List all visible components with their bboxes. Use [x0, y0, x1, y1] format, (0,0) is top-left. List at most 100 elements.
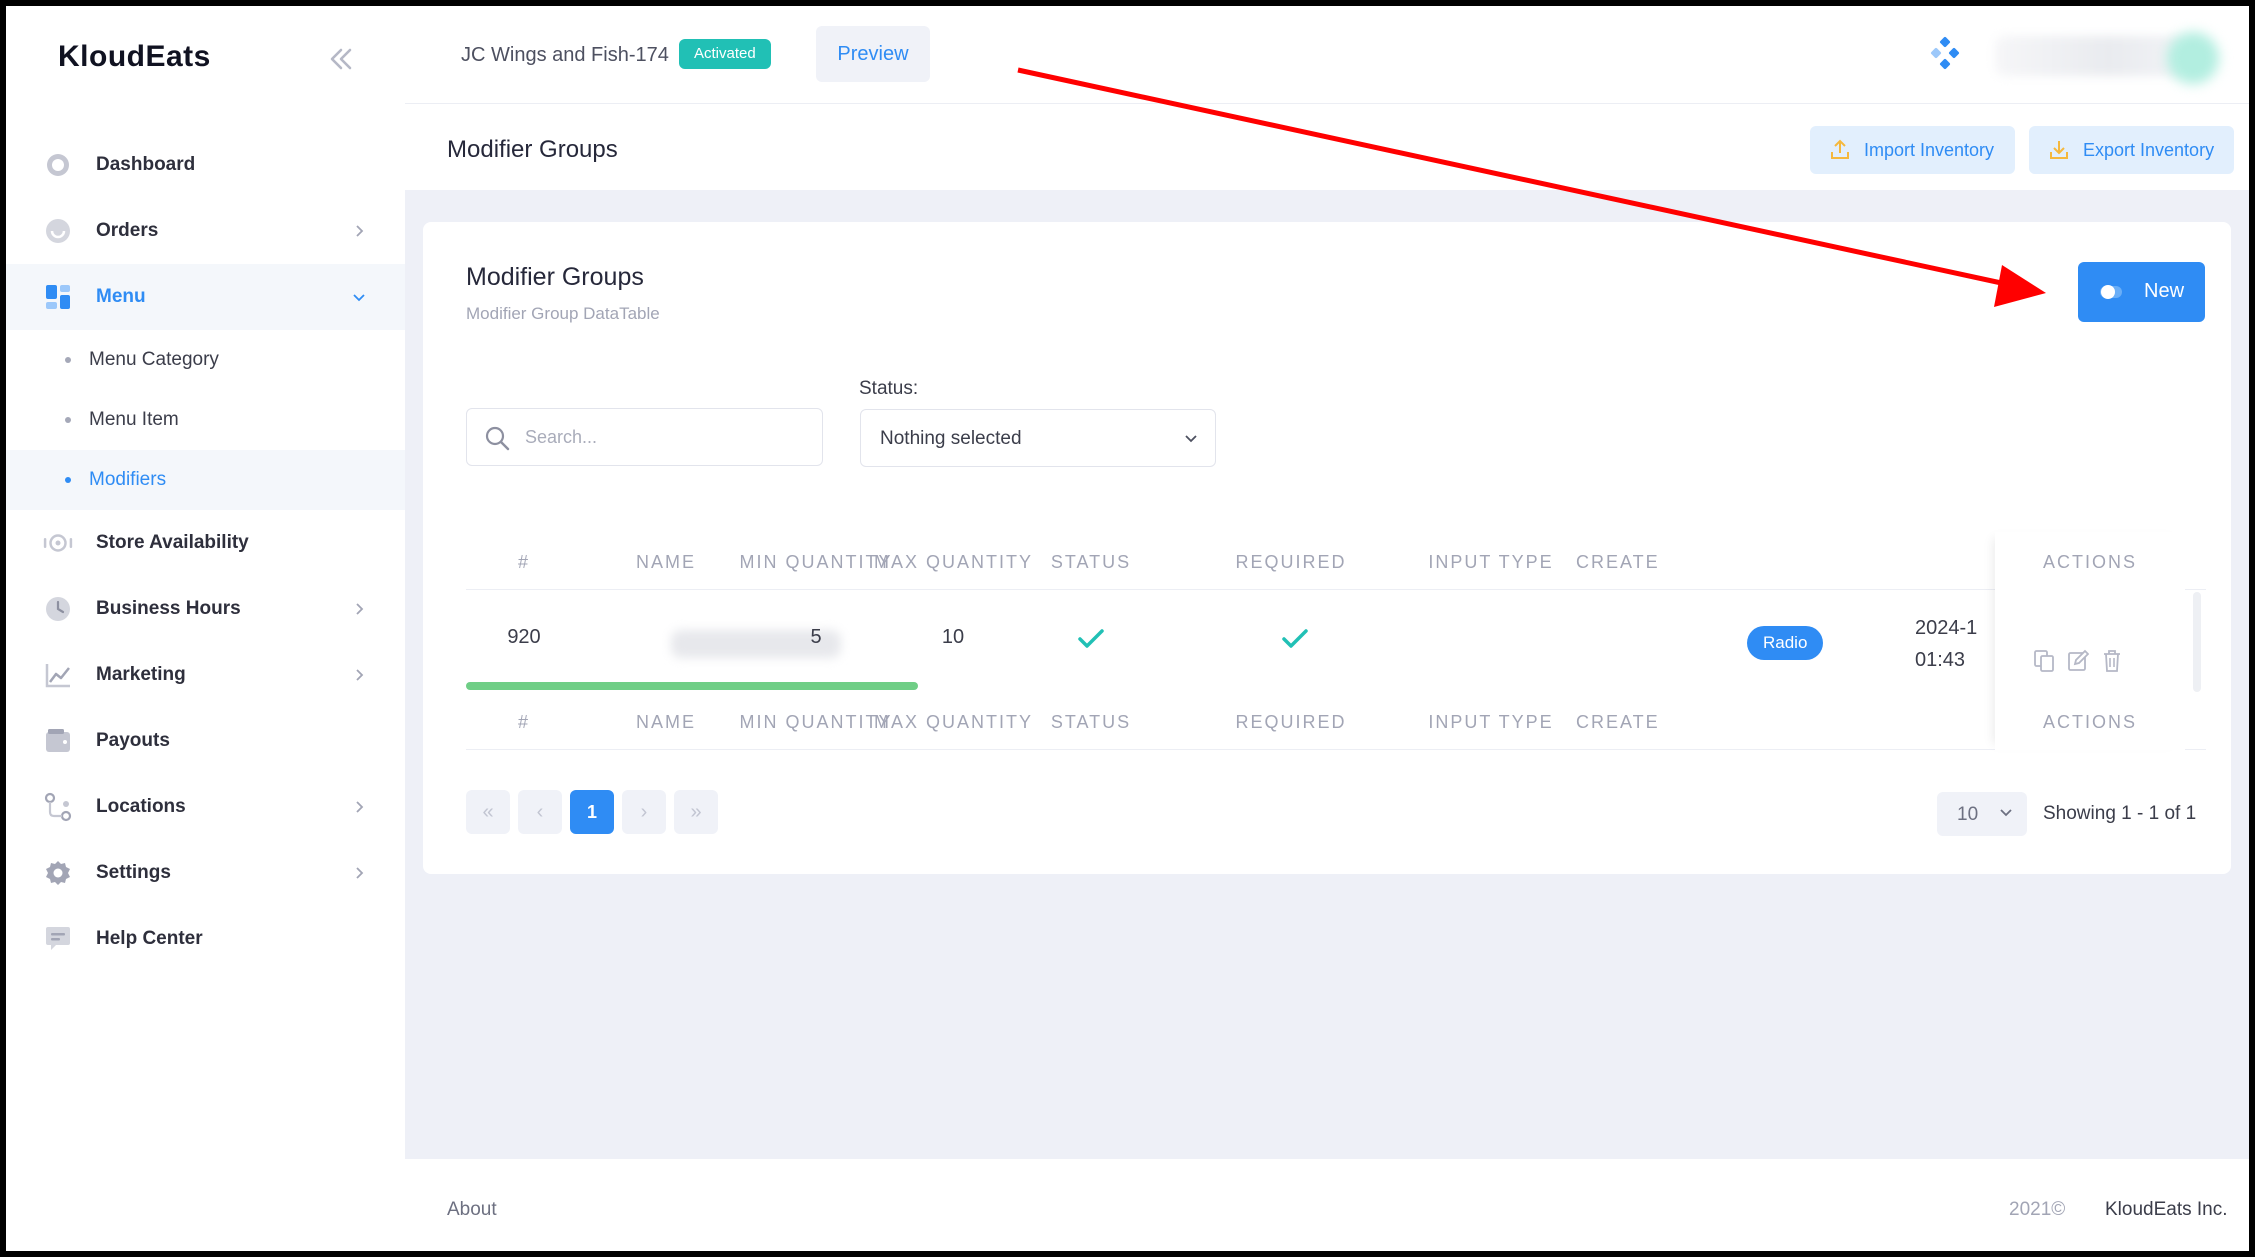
status-filter-select[interactable]: Nothing selected — [860, 409, 1216, 467]
column-header-created[interactable]: CREATE — [1576, 552, 1666, 573]
per-page-select[interactable]: 10 — [1937, 792, 2027, 836]
card-title: Modifier Groups — [466, 263, 644, 291]
pagination: « ‹ 1 › » — [466, 790, 718, 834]
app-frame: KloudEats Dashboard Orders Menu Menu Cat… — [6, 6, 2249, 1251]
table-header: # NAME MIN QUANTITY MAX QUANTITY STATUS … — [466, 532, 2206, 590]
sidebar-item-settings[interactable]: Settings — [6, 840, 405, 906]
search-icon — [485, 426, 510, 451]
sidebar-item-label: Settings — [96, 862, 171, 883]
toggle-icon — [2100, 285, 2122, 299]
last-page-button[interactable]: » — [674, 790, 718, 834]
preview-button[interactable]: Preview — [816, 26, 930, 82]
upload-icon — [1831, 139, 1849, 159]
status-filter-value: Nothing selected — [880, 428, 1022, 449]
sidebar-item-label: Orders — [96, 220, 159, 241]
brand-logo[interactable]: KloudEats — [58, 40, 211, 74]
store-availability-icon — [43, 528, 73, 558]
sidebar-subitem-label: Menu Category — [89, 349, 219, 370]
sidebar: KloudEats Dashboard Orders Menu Menu Cat… — [6, 6, 405, 1251]
sidebar-item-label: Payouts — [96, 730, 170, 751]
new-modifier-group-button[interactable]: New — [2078, 262, 2205, 322]
chevron-right-icon — [356, 867, 364, 879]
sidebar-item-business-hours[interactable]: Business Hours — [6, 576, 405, 642]
vertical-scrollbar[interactable] — [2193, 592, 2201, 692]
row-created-time: 01:43 — [1915, 649, 1966, 671]
user-name-redacted[interactable] — [1995, 36, 2185, 76]
column-footer-created: CREATE — [1576, 712, 1660, 732]
avatar[interactable] — [2167, 32, 2219, 84]
row-max-quantity: 10 — [941, 626, 965, 648]
sidebar-item-help-center[interactable]: Help Center — [6, 906, 405, 972]
wallet-icon — [43, 726, 73, 756]
chevron-down-icon — [2000, 809, 2012, 817]
table-row[interactable]: 920 5 10 Radio 2024-1 01:43 — [466, 592, 2206, 692]
sidebar-item-label: Menu — [96, 286, 146, 307]
company-link[interactable]: KloudEats Inc. — [2105, 1199, 2228, 1221]
prev-page-button[interactable]: ‹ — [518, 790, 562, 834]
sidebar-item-orders[interactable]: Orders — [6, 198, 405, 264]
locations-icon — [43, 792, 73, 822]
column-footer-required: REQUIRED — [1235, 712, 1347, 732]
column-header-id[interactable]: # — [504, 552, 544, 573]
modifier-groups-card: Modifier Groups Modifier Group DataTable… — [423, 222, 2231, 874]
sidebar-item-locations[interactable]: Locations — [6, 774, 405, 840]
sidebar-subitem-menu-category[interactable]: Menu Category — [6, 330, 405, 390]
page-footer: About 2021© KloudEats Inc. — [405, 1159, 2249, 1251]
column-header-input-type[interactable]: INPUT TYPE — [1416, 552, 1566, 573]
dashboard-icon — [43, 150, 73, 180]
sidebar-subitem-label: Modifiers — [89, 469, 167, 490]
bullet-icon — [65, 357, 71, 363]
export-inventory-button[interactable]: Export Inventory — [2029, 126, 2234, 174]
row-created-date: 2024-1 — [1915, 617, 1978, 639]
per-page-value: 10 — [1957, 804, 1979, 825]
input-type-badge: Radio — [1747, 626, 1824, 660]
gear-icon — [43, 858, 73, 888]
row-min-quantity: 5 — [810, 626, 822, 648]
sidebar-item-marketing[interactable]: Marketing — [6, 642, 405, 708]
chevron-down-icon — [1185, 435, 1197, 443]
column-footer-id: # — [517, 712, 530, 732]
delete-icon[interactable] — [2101, 649, 2123, 673]
sidebar-item-menu[interactable]: Menu — [6, 264, 405, 330]
sidebar-subitem-modifiers[interactable]: Modifiers — [6, 450, 405, 510]
first-page-button[interactable]: « — [466, 790, 510, 834]
chevron-right-icon — [356, 225, 364, 237]
column-header-status[interactable]: STATUS — [1026, 552, 1156, 573]
chevron-down-icon — [353, 294, 365, 302]
column-footer-input-type: INPUT TYPE — [1428, 712, 1554, 732]
column-header-name[interactable]: NAME — [611, 552, 721, 573]
new-button-label: New — [2144, 280, 2185, 302]
clock-icon — [43, 594, 73, 624]
duplicate-icon[interactable] — [2033, 649, 2055, 673]
edit-icon[interactable] — [2067, 649, 2089, 673]
column-footer-actions: ACTIONS — [2042, 712, 2137, 732]
column-footer-status: STATUS — [1050, 712, 1132, 732]
import-inventory-button[interactable]: Import Inventory — [1810, 126, 2015, 174]
help-icon — [43, 924, 73, 954]
sidebar-item-label: Dashboard — [96, 154, 196, 175]
horizontal-scrollbar[interactable] — [466, 682, 918, 690]
orders-icon — [43, 216, 73, 246]
sidebar-subitem-menu-item[interactable]: Menu Item — [6, 390, 405, 450]
row-created: 2024-1 01:43 — [1915, 612, 2005, 682]
bullet-icon — [65, 417, 71, 423]
search-field[interactable] — [466, 408, 823, 466]
column-header-max-quantity[interactable]: MAX QUANTITY — [871, 552, 1036, 573]
top-header: JC Wings and Fish-174 Activated Preview — [405, 6, 2249, 104]
menu-icon — [43, 282, 73, 312]
sidebar-item-dashboard[interactable]: Dashboard — [6, 132, 405, 198]
page-button-current[interactable]: 1 — [570, 790, 614, 834]
sidebar-item-store-availability[interactable]: Store Availability — [6, 510, 405, 576]
sidebar-item-payouts[interactable]: Payouts — [6, 708, 405, 774]
status-check-icon — [1078, 629, 1104, 648]
import-inventory-label: Import Inventory — [1864, 139, 1995, 160]
sidebar-item-label: Help Center — [96, 928, 203, 949]
collapse-sidebar-icon[interactable] — [324, 42, 358, 76]
page-subheader: Modifier Groups Import Inventory Export … — [405, 104, 2249, 190]
next-page-button[interactable]: › — [622, 790, 666, 834]
column-header-required[interactable]: REQUIRED — [1226, 552, 1356, 573]
app-grid-icon[interactable] — [1928, 36, 1962, 72]
search-input[interactable] — [525, 421, 805, 453]
about-link[interactable]: About — [447, 1199, 497, 1221]
pagination-info: Showing 1 - 1 of 1 — [2043, 803, 2197, 824]
